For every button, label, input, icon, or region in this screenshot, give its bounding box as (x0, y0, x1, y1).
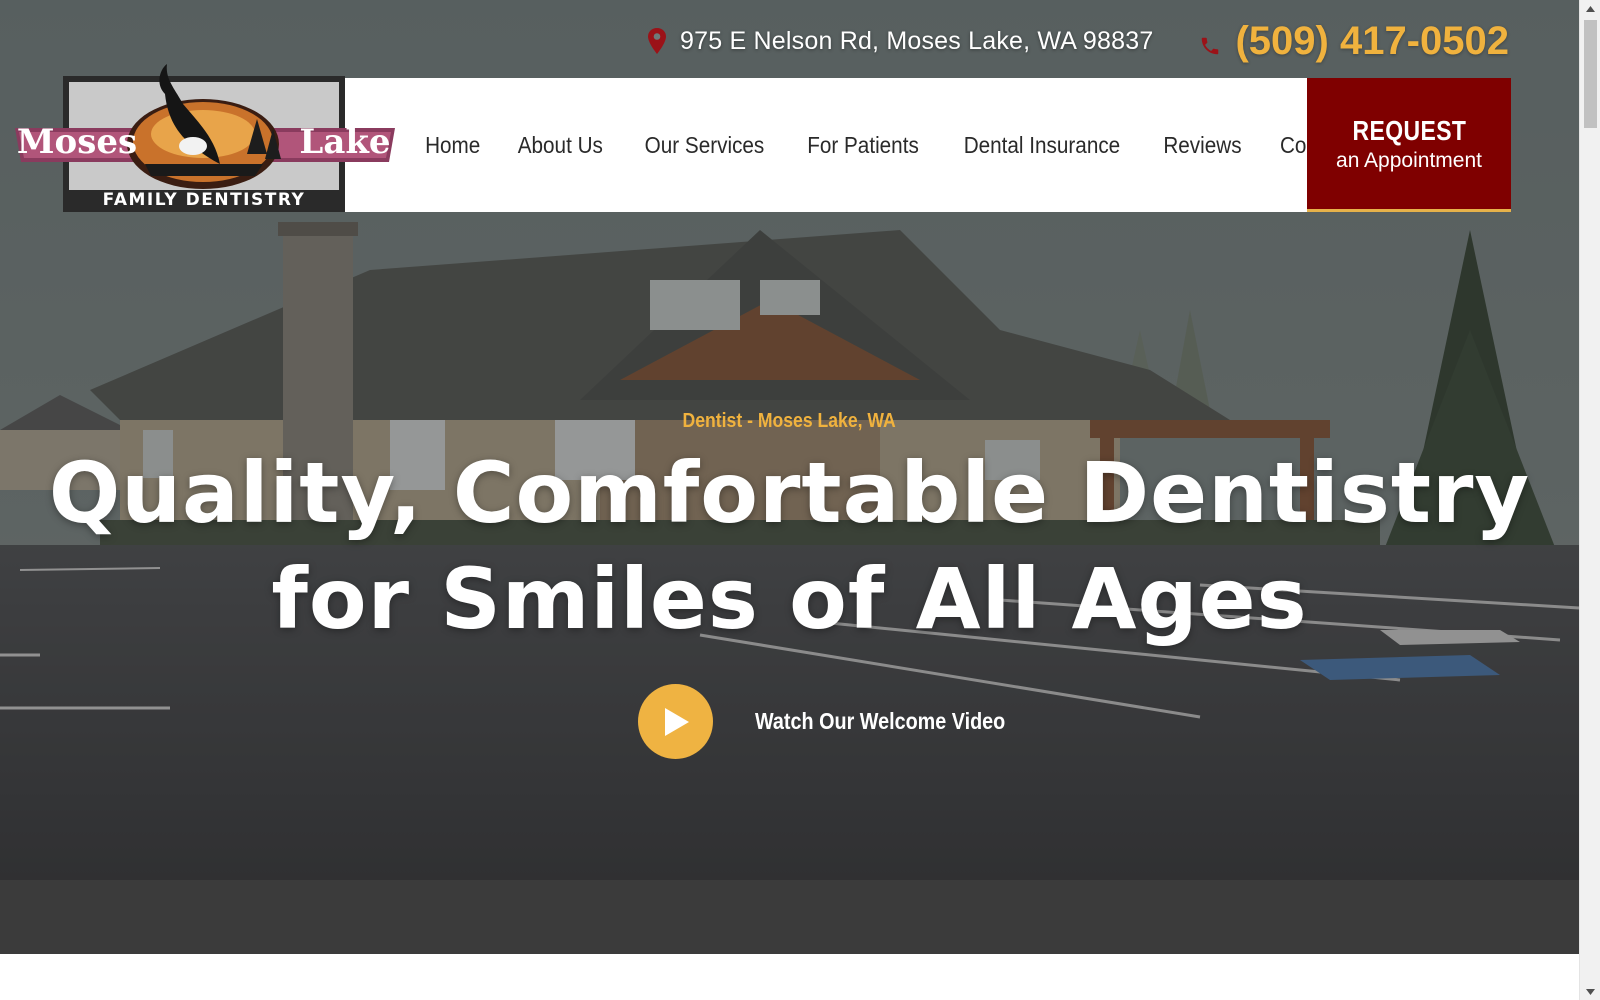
play-icon (664, 707, 689, 736)
request-button-line1: REQUEST (1352, 114, 1466, 146)
main-menu: Home About Us Our Services For Patients … (407, 78, 1370, 212)
hero-eyebrow-text: Dentist - Moses Lake, WA (682, 410, 897, 432)
logo-text-lake: Lake (299, 122, 390, 162)
page-scrollbar[interactable] (1579, 0, 1600, 1000)
scroll-down-arrow-icon[interactable] (1580, 983, 1600, 1000)
nav-for-patients[interactable]: For Patients (794, 132, 933, 159)
nav-reviews[interactable]: Reviews (1150, 132, 1255, 159)
nav-our-services[interactable]: Our Services (631, 132, 778, 159)
site-logo[interactable]: Moses Lake FAMILY DENTISTRY (15, 64, 395, 214)
map-pin-icon (648, 28, 667, 54)
welcome-video-label: Watch Our Welcome Video (755, 708, 1006, 734)
main-navbar: Moses Lake FAMILY DENTISTRY Home About U… (15, 64, 1511, 212)
request-appointment-button[interactable]: REQUEST an Appointment (1307, 78, 1511, 212)
address-link[interactable]: 975 E Nelson Rd, Moses Lake, WA 98837 (648, 27, 1153, 56)
logo-graphic: Moses Lake FAMILY DENTISTRY (15, 64, 395, 212)
address-text: 975 E Nelson Rd, Moses Lake, WA 98837 (680, 26, 1154, 55)
hero-eyebrow: Dentist - Moses Lake, WA (0, 410, 1579, 433)
request-button-line2: an Appointment (1336, 148, 1482, 172)
nav-about-us[interactable]: About Us (505, 132, 617, 159)
play-button[interactable] (638, 684, 713, 759)
hero-bottom-band (0, 880, 1579, 954)
hero-headline: Quality, Comfortable Dentistry for Smile… (0, 440, 1579, 652)
scroll-up-arrow-icon[interactable] (1580, 0, 1600, 17)
hero-headline-line1: Quality, Comfortable Dentistry (48, 444, 1531, 542)
phone-icon (1199, 35, 1221, 57)
nav-dental-insurance[interactable]: Dental Insurance (950, 132, 1134, 159)
logo-text-family-dentistry: FAMILY DENTISTRY (103, 190, 306, 210)
contact-bar: 975 E Nelson Rd, Moses Lake, WA 98837 (5… (648, 18, 1509, 64)
phone-number: (509) 417-0502 (1235, 18, 1509, 63)
nav-home[interactable]: Home (412, 132, 494, 159)
hero-headline-line2: for Smiles of All Ages (271, 550, 1308, 648)
scrollbar-thumb[interactable] (1584, 20, 1597, 128)
logo-text-moses: Moses (17, 122, 137, 162)
phone-link[interactable]: (509) 417-0502 (1199, 19, 1509, 64)
page: 975 E Nelson Rd, Moses Lake, WA 98837 (5… (0, 0, 1579, 1000)
welcome-video-button[interactable]: Watch Our Welcome Video (638, 684, 1046, 759)
